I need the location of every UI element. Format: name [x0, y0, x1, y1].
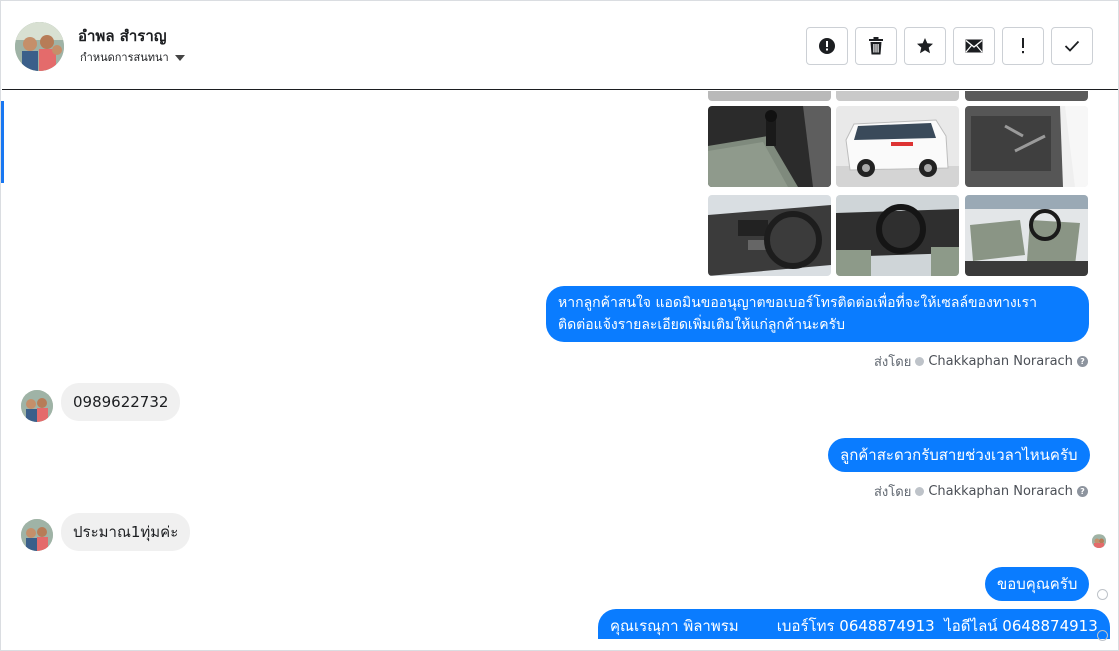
incoming-message-bubble[interactable]: ประมาณ1ทุ่มค่ะ — [61, 513, 191, 551]
photo-thumbnail[interactable] — [965, 106, 1088, 187]
messenger-conversation-panel: อำพล สำราญ กำหนดการสนทนา หากลูกค้าสนใจ แ… — [0, 0, 1119, 651]
envelope-icon — [965, 39, 983, 53]
photo-thumbnail[interactable] — [708, 91, 831, 101]
sender-name[interactable]: Chakkaphan Norarach — [928, 354, 1073, 369]
incoming-message-bubble[interactable]: 0989622732 — [61, 383, 181, 421]
seen-by-avatar — [1092, 534, 1106, 548]
checkmark-icon — [1064, 40, 1080, 52]
outgoing-message-bubble[interactable]: คุณเรณุกา พิลาพรม เบอร์โทร 0648874913 ไอ… — [598, 609, 1110, 639]
photo-thumbnail[interactable] — [708, 106, 831, 187]
outgoing-message-bubble[interactable]: ขอบคุณครับ — [985, 567, 1090, 601]
alert-circle-icon — [819, 38, 835, 54]
sender-name[interactable]: Chakkaphan Norarach — [928, 484, 1073, 499]
contact-avatar[interactable] — [15, 22, 64, 71]
conversation-header: อำพล สำราญ กำหนดการสนทนา — [2, 2, 1118, 90]
photo-thumbnail[interactable] — [836, 91, 959, 101]
sent-by-label: ส่งโดย Chakkaphan Norarach ? — [874, 351, 1088, 372]
contact-message-avatar[interactable] — [21, 390, 53, 422]
message-text-line: ติดต่อแจ้งรายละเอียดเพิ่มเติมให้แก่ลูกค้… — [558, 317, 845, 333]
sent-by-prefix: ส่งโดย — [874, 485, 912, 500]
delete-button[interactable] — [855, 27, 897, 65]
conversation-settings-label: กำหนดการสนทนา — [80, 51, 169, 64]
outgoing-message-bubble[interactable]: หากลูกค้าสนใจ แอดมินขออนุญาตขอเบอร์โทรติ… — [546, 286, 1089, 342]
star-icon — [917, 38, 933, 54]
message-text-line: หากลูกค้าสนใจ แอดมินขออนุญาตขอเบอร์โทรติ… — [558, 295, 1037, 311]
photo-thumbnail[interactable] — [965, 195, 1088, 276]
conversation-toolbar — [806, 27, 1093, 65]
sent-by-label: ส่งโดย Chakkaphan Norarach ? — [874, 481, 1088, 502]
conversation-settings-dropdown[interactable]: กำหนดการสนทนา — [80, 48, 185, 66]
photo-thumbnail[interactable] — [708, 195, 831, 276]
page-icon — [915, 357, 925, 366]
delivered-check-icon — [1097, 630, 1108, 641]
sent-by-prefix: ส่งโดย — [874, 355, 912, 370]
mark-unread-button[interactable] — [953, 27, 995, 65]
scroll-position-indicator — [1, 101, 4, 183]
photo-thumbnail[interactable] — [836, 106, 959, 187]
photo-thumbnail[interactable] — [965, 91, 1088, 101]
mark-done-button[interactable] — [1051, 27, 1093, 65]
photo-attachment-grid — [708, 91, 1089, 276]
caret-down-icon — [174, 54, 185, 61]
page-icon — [915, 487, 925, 496]
delivered-check-icon — [1097, 589, 1108, 600]
help-icon[interactable]: ? — [1076, 486, 1088, 497]
help-icon[interactable]: ? — [1076, 356, 1088, 367]
photo-thumbnail[interactable] — [836, 195, 959, 276]
contact-message-avatar[interactable] — [21, 519, 53, 551]
star-button[interactable] — [904, 27, 946, 65]
follow-up-button[interactable] — [1002, 27, 1044, 65]
mark-spam-button[interactable] — [806, 27, 848, 65]
outgoing-message-bubble[interactable]: ลูกค้าสะดวกรับสายช่วงเวลาไหนครับ — [828, 438, 1090, 472]
contact-name[interactable]: อำพล สำราญ — [78, 24, 167, 48]
trash-icon — [869, 37, 883, 55]
exclamation-icon — [1022, 38, 1024, 54]
